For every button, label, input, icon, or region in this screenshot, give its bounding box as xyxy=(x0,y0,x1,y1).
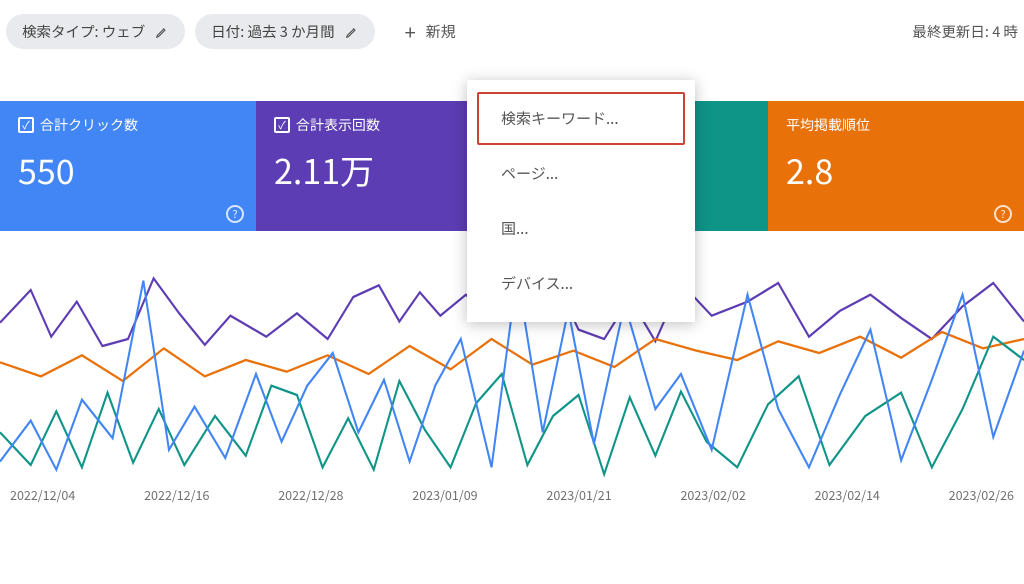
metric-position-label: 平均掲載順位 xyxy=(786,115,870,135)
dropdown-item-page[interactable]: ページ... xyxy=(477,147,685,200)
x-tick: 2023/02/02 xyxy=(680,485,745,504)
metric-clicks-value: 550 xyxy=(18,145,238,194)
metric-position-value: 2.8 xyxy=(786,145,1006,194)
add-filter-button[interactable]: + 新規 xyxy=(405,17,456,46)
series-position xyxy=(0,332,1024,381)
metric-clicks-label: 合計クリック数 xyxy=(40,115,138,135)
help-icon[interactable]: ? xyxy=(994,205,1012,223)
filter-search-type[interactable]: 検索タイプ: ウェブ xyxy=(6,14,185,49)
edit-icon xyxy=(155,25,169,39)
dropdown-item-query[interactable]: 検索キーワード... xyxy=(477,92,685,145)
add-filter-label: 新規 xyxy=(426,21,456,42)
dropdown-item-country[interactable]: 国... xyxy=(477,202,685,255)
checkbox-icon: ✓ xyxy=(18,117,34,133)
metric-position[interactable]: 平均掲載順位 2.8 ? xyxy=(768,101,1024,231)
x-tick: 2023/01/21 xyxy=(546,485,611,504)
filter-search-type-label: 検索タイプ: ウェブ xyxy=(22,21,145,42)
filter-dropdown: 検索キーワード... ページ... 国... デバイス... xyxy=(467,80,695,322)
plus-icon: + xyxy=(405,17,416,46)
edit-icon xyxy=(345,25,359,39)
dropdown-item-device[interactable]: デバイス... xyxy=(477,257,685,310)
x-tick: 2023/02/26 xyxy=(949,485,1014,504)
x-tick: 2022/12/28 xyxy=(278,485,343,504)
x-tick: 2023/01/09 xyxy=(412,485,477,504)
metric-clicks[interactable]: ✓ 合計クリック数 550 ? xyxy=(0,101,256,231)
metric-impressions-label: 合計表示回数 xyxy=(296,115,380,135)
checkbox-icon: ✓ xyxy=(274,117,290,133)
metric-impressions-value: 2.11万 xyxy=(274,145,494,194)
filter-date-range[interactable]: 日付: 過去 3 か月間 xyxy=(195,14,374,49)
x-tick: 2023/02/14 xyxy=(815,485,880,504)
filter-date-range-label: 日付: 過去 3 か月間 xyxy=(211,21,334,42)
x-tick: 2022/12/04 xyxy=(10,485,75,504)
last-updated-text: 最終更新日: 4 時 xyxy=(912,21,1018,42)
x-axis: 2022/12/04 2022/12/16 2022/12/28 2023/01… xyxy=(0,479,1024,504)
x-tick: 2022/12/16 xyxy=(144,485,209,504)
help-icon[interactable]: ? xyxy=(226,205,244,223)
